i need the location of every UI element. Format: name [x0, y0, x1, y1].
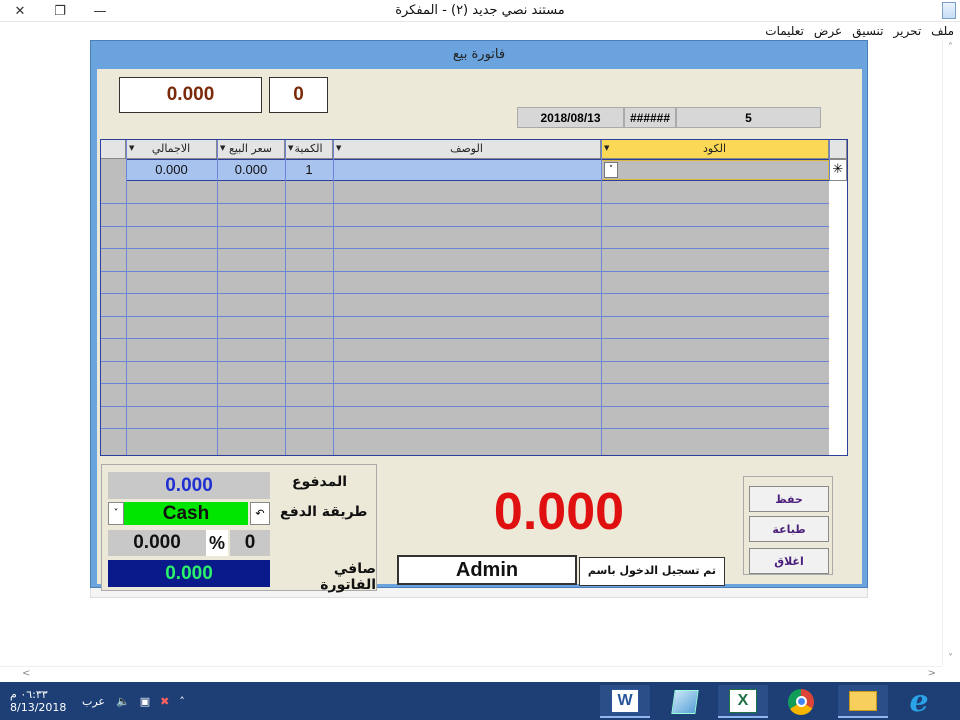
explorer-icon[interactable] — [838, 685, 888, 718]
window-title: مستند نصي جديد (٢) - المفكرة — [395, 3, 565, 18]
chevron-down-icon[interactable]: ˅ — [604, 162, 618, 178]
actions-panel: حفظ طباعة اغلاق — [743, 476, 833, 575]
horizontal-scrollbar[interactable]: < > — [0, 666, 942, 682]
chevron-down-icon[interactable]: ˅ — [108, 502, 124, 525]
row-header-top — [829, 140, 847, 159]
chevron-down-icon[interactable]: ▼ — [288, 140, 293, 157]
paid-label: المدفوع — [292, 474, 348, 490]
net-label: صافي الفاتورة — [320, 561, 376, 593]
cell-qty[interactable]: 1 — [285, 160, 333, 181]
chevron-down-icon[interactable]: ▼ — [129, 140, 134, 157]
percent-value[interactable]: 0 — [230, 530, 270, 556]
chevron-down-icon[interactable]: ▼ — [336, 140, 341, 157]
col-header-desc[interactable]: ▼ الوصف — [333, 140, 601, 159]
menu-file[interactable]: ملف — [931, 24, 954, 38]
date-field[interactable]: 2018/08/13 — [517, 107, 624, 128]
ie-icon[interactable]: e — [894, 684, 944, 719]
notepad-icon[interactable] — [660, 685, 710, 718]
payment-label: طريقة الدفع — [280, 504, 368, 520]
clock-time[interactable]: ٠٦:٣٣ م — [10, 688, 48, 701]
paid-value[interactable]: 0.000 — [108, 472, 270, 499]
grid-row-header-strip — [829, 181, 847, 455]
action-center-icon[interactable]: ✖ — [160, 695, 169, 708]
window-titlebar: ✕ ❐ — مستند نصي جديد (٢) - المفكرة — [0, 0, 960, 22]
items-grid[interactable]: ▼ الاجمالي ▼ سعر البيع ▼ الكمية ▼ الوصف ▼ الك… — [100, 139, 848, 456]
print-button[interactable]: طباعة — [749, 516, 829, 542]
volume-icon[interactable]: 🔈 — [116, 695, 130, 708]
big-total: 0.000 — [493, 483, 625, 541]
col-header-qty[interactable]: ▼ الكمية — [285, 140, 333, 159]
menu-format[interactable]: تنسيق — [852, 24, 883, 38]
cell-total[interactable]: 0.000 — [126, 160, 217, 181]
percent-sign: % — [206, 530, 228, 556]
vertical-scrollbar[interactable]: ˄ ˅ — [942, 40, 960, 666]
save-button[interactable]: حفظ — [749, 486, 829, 512]
new-row-icon: ✳ — [829, 159, 847, 181]
menu-help[interactable]: تعليمات — [765, 24, 804, 38]
invoice-number[interactable]: 5 — [676, 107, 821, 128]
input-language[interactable]: عرب — [82, 682, 105, 720]
hash-field: ###### — [624, 107, 676, 128]
grid-corner — [101, 140, 126, 159]
net-value: 0.000 — [108, 560, 270, 587]
discount-value[interactable]: 0.000 — [108, 530, 206, 556]
chevron-down-icon[interactable]: ▼ — [220, 140, 225, 157]
chrome-icon[interactable] — [776, 685, 826, 718]
clock-date[interactable]: 8/13/2018 — [10, 701, 66, 714]
menu-edit[interactable]: تحرير — [894, 24, 922, 38]
network-icon[interactable]: ▣ — [140, 695, 150, 708]
invoice-window: فاتورة بيع 0.000 0 2018/08/13 ###### 5 ▼… — [90, 40, 868, 593]
invoice-title: فاتورة بيع — [452, 47, 506, 62]
word-icon[interactable]: W — [600, 685, 650, 718]
show-hidden-icons[interactable]: ˄ — [179, 695, 185, 708]
notepad-app-icon — [942, 2, 956, 19]
taskbar: ٠٦:٣٣ م 8/13/2018 عرب 🔈 ▣ ✖ ˄ W X e — [0, 682, 960, 720]
col-header-code[interactable]: ▼ الكود — [601, 140, 829, 159]
col-header-total[interactable]: ▼ الاجمالي — [126, 140, 217, 159]
scroll-left-icon[interactable]: < — [22, 668, 30, 679]
col-header-price[interactable]: ▼ سعر البيع — [217, 140, 285, 159]
total-box: 0.000 — [119, 77, 262, 113]
user-field: Admin — [397, 555, 577, 585]
scroll-right-icon[interactable]: > — [928, 668, 936, 679]
logged-in-label: تم تسجيل الدخول باسم — [579, 557, 725, 586]
count-box: 0 — [269, 77, 328, 113]
cell-price[interactable]: 0.000 — [217, 160, 285, 181]
invoice-body: 0.000 0 2018/08/13 ###### 5 ▼ الاجمالي ▼ س… — [97, 69, 862, 593]
menu-view[interactable]: عرض — [814, 24, 842, 38]
scroll-down-icon[interactable]: ˅ — [948, 653, 953, 664]
payment-panel: 0.000 المدفوع ˅ Cash ↶ طريقة الدفع 0.000… — [101, 464, 377, 593]
menu-bar: ملف تحرير تنسيق عرض تعليمات — [0, 22, 960, 40]
undo-icon[interactable]: ↶ — [250, 502, 270, 525]
excel-icon[interactable]: X — [718, 685, 768, 718]
cell-desc[interactable] — [333, 160, 601, 181]
scroll-up-icon[interactable]: ˄ — [948, 42, 953, 53]
payment-method[interactable]: Cash — [124, 502, 248, 525]
chevron-down-icon[interactable]: ▼ — [604, 140, 609, 157]
close-invoice-button[interactable]: اغلاق — [749, 548, 829, 574]
cell-code[interactable]: ˅ — [601, 160, 829, 180]
